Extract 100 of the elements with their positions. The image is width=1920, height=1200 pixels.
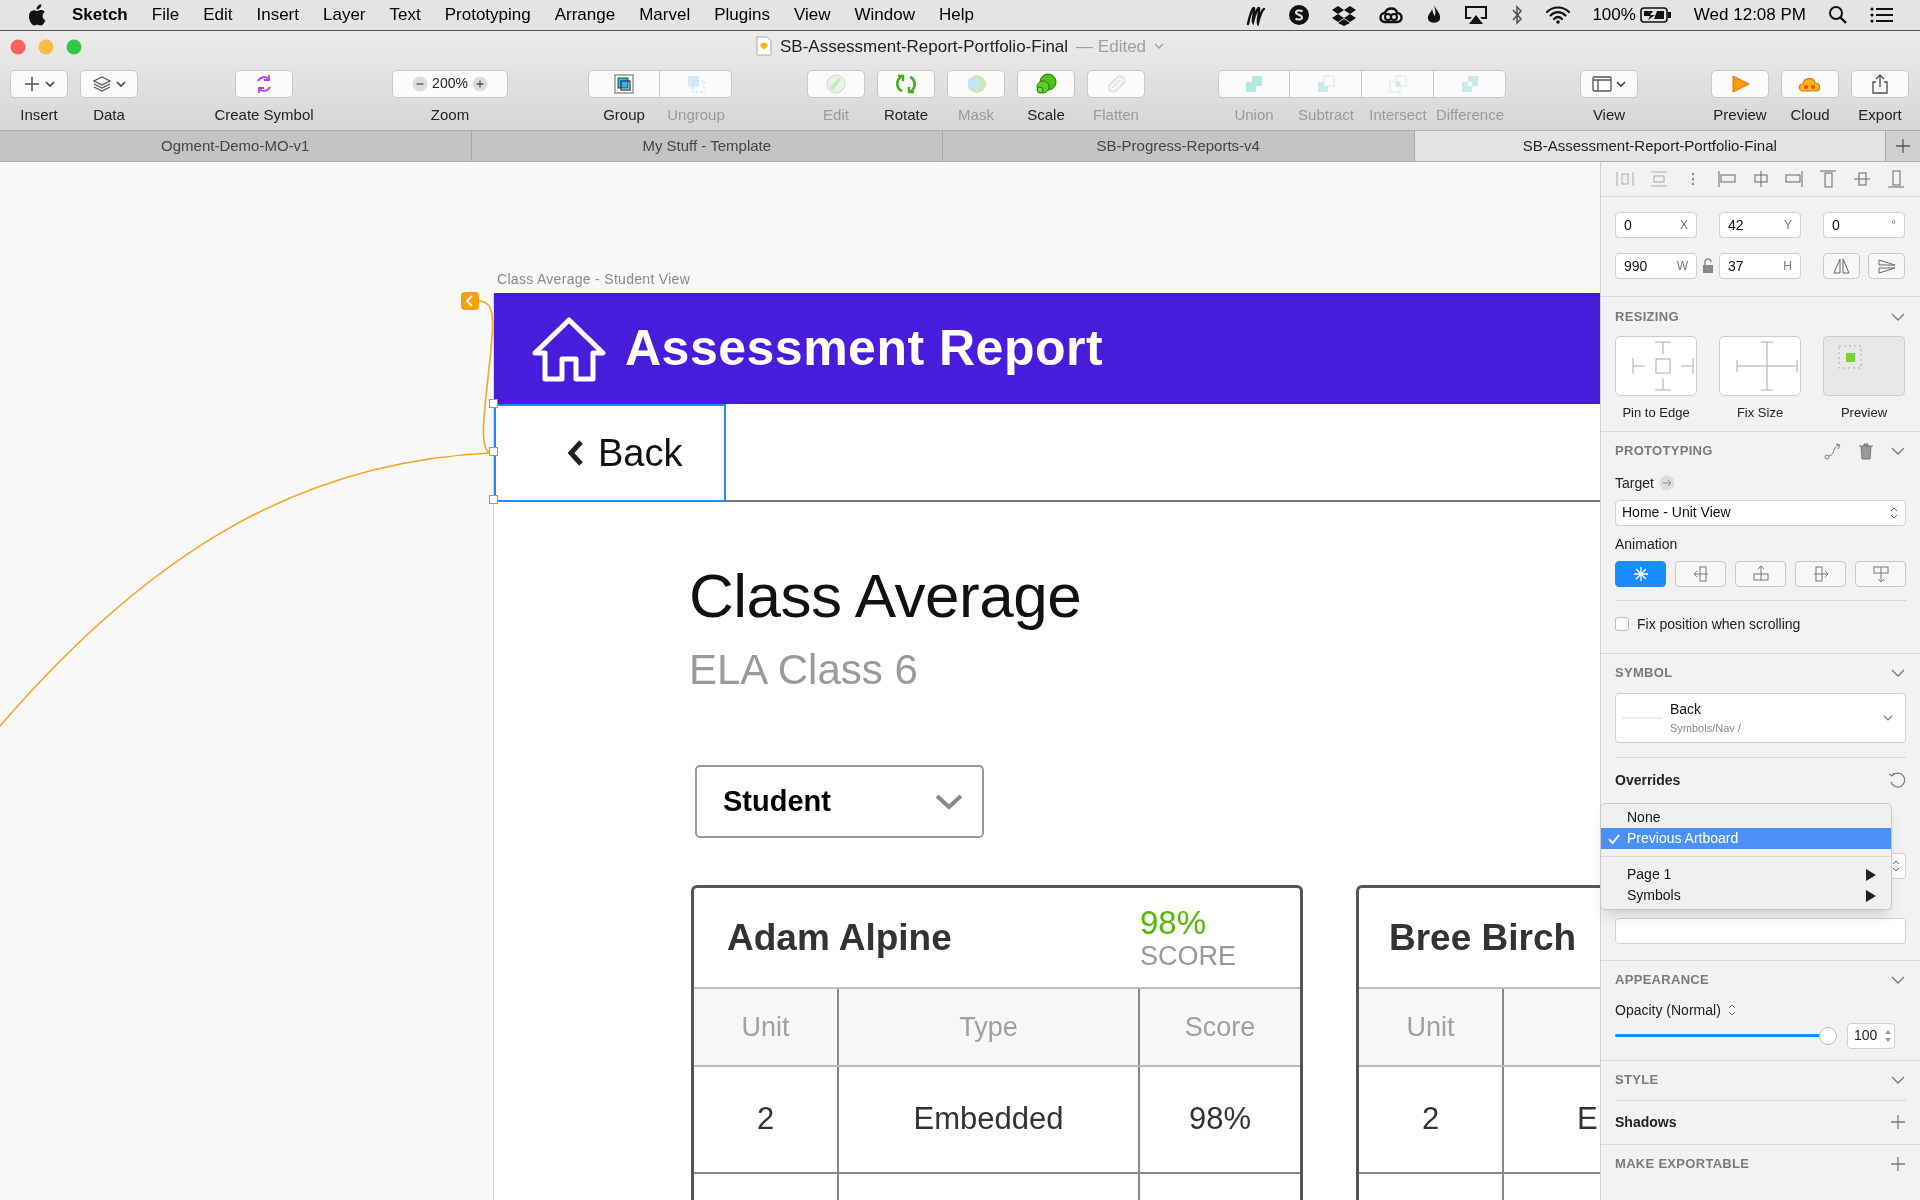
number-field[interactable]: 0 ° <box>1823 212 1905 238</box>
target-select[interactable]: Home - Unit View <box>1615 499 1906 526</box>
align-top-icon[interactable] <box>1818 169 1839 189</box>
updown-chevron-icon[interactable] <box>1726 1002 1737 1018</box>
edit-button[interactable] <box>807 69 865 98</box>
add-icon[interactable] <box>1890 1114 1906 1130</box>
column-header: Type <box>839 989 1140 1065</box>
number-field[interactable]: 37 H <box>1719 253 1801 279</box>
submenu-arrow-icon <box>1865 867 1877 882</box>
toolbar-label: Difference <box>1435 104 1505 125</box>
flatten-button[interactable] <box>1087 69 1145 98</box>
menu-item[interactable]: Help <box>939 2 974 28</box>
search-icon[interactable] <box>1828 5 1848 25</box>
pin-to-edge-icon[interactable] <box>1615 336 1697 396</box>
number-field[interactable]: 42 Y <box>1719 212 1801 238</box>
export-button[interactable] <box>1851 69 1909 98</box>
rotate-button[interactable] <box>877 69 935 98</box>
menu-item[interactable]: File <box>151 2 180 28</box>
menu-item[interactable]: Insert <box>256 2 299 28</box>
s-circle-icon[interactable] <box>1288 4 1311 26</box>
score-value: 98% <box>1139 904 1208 941</box>
menu-item[interactable]: Arrange <box>554 2 616 28</box>
close-window-icon[interactable] <box>10 39 26 55</box>
resize-handle[interactable] <box>489 447 498 456</box>
checkbox-label: Fix position when scrolling <box>1637 614 1801 634</box>
subtract-button[interactable] <box>1290 69 1362 98</box>
menu-clock[interactable]: Wed 12:08 PM <box>1693 2 1806 28</box>
edit-shape-icon <box>825 72 847 95</box>
checkmark-icon <box>1608 832 1620 845</box>
cursive-letter-icon[interactable] <box>1246 4 1267 26</box>
group-squares-icon <box>613 72 635 95</box>
app-menu[interactable]: Sketch <box>72 2 128 28</box>
create-symbol-button[interactable] <box>235 69 293 98</box>
menu-item[interactable]: Prototyping <box>444 2 531 28</box>
menu-item[interactable]: Text <box>389 2 421 28</box>
slide-left-animation-button[interactable] <box>1675 560 1726 587</box>
connection-curve-icon[interactable] <box>1824 442 1842 460</box>
data-button[interactable] <box>80 69 138 98</box>
cloud-rings-icon[interactable] <box>1378 5 1405 25</box>
slide-down-animation-button[interactable] <box>1855 560 1906 587</box>
union-button[interactable] <box>1218 69 1290 98</box>
mask-button[interactable] <box>947 69 1005 98</box>
align-middle-icon[interactable] <box>1852 169 1873 189</box>
menu-item[interactable]: Marvel <box>639 2 691 28</box>
group-button[interactable] <box>588 69 660 98</box>
resize-handle[interactable] <box>489 495 498 504</box>
menu-item[interactable]: Edit <box>203 2 233 28</box>
zoom-window-icon[interactable] <box>66 39 82 55</box>
menu-item[interactable]: None <box>1601 807 1891 828</box>
flame-icon[interactable] <box>1426 4 1443 26</box>
reset-icon[interactable] <box>1888 771 1906 789</box>
align-right-icon[interactable] <box>1784 169 1805 189</box>
add-tab-icon[interactable] <box>1886 131 1920 161</box>
preview-button[interactable] <box>1711 69 1769 98</box>
add-icon[interactable] <box>1890 1156 1906 1172</box>
airplay-icon[interactable] <box>1464 5 1489 25</box>
override-field[interactable] <box>1615 917 1906 944</box>
difference-button[interactable] <box>1434 69 1506 98</box>
align-left-icon[interactable] <box>1716 169 1737 189</box>
cloud-button[interactable] <box>1781 69 1839 98</box>
document-tab[interactable]: SB-Assessment-Report-Portfolio-Final <box>1414 131 1886 161</box>
student-dropdown[interactable]: Student <box>695 765 984 838</box>
menu-item[interactable]: Plugins <box>714 2 770 28</box>
table-cell-text: E <box>1576 1100 1599 1139</box>
menu-item[interactable]: Symbols <box>1601 885 1891 906</box>
scale-button[interactable] <box>1017 69 1075 98</box>
fix-position-checkbox[interactable] <box>1615 617 1629 631</box>
zoom-button[interactable]: 200% <box>392 69 508 98</box>
view-button[interactable] <box>1580 69 1638 98</box>
toolbar-label: Union <box>1234 104 1274 125</box>
insert-button[interactable] <box>10 69 68 98</box>
scale-circles-icon <box>1035 72 1057 95</box>
list-icon[interactable] <box>1870 6 1894 24</box>
battery-charging-icon[interactable] <box>1639 6 1672 24</box>
slide-right-animation-button[interactable] <box>1795 560 1846 587</box>
menu-item[interactable]: Window <box>854 2 915 28</box>
number-field[interactable]: 0 X <box>1615 212 1697 238</box>
box-icon[interactable] <box>1332 4 1357 26</box>
menu-item[interactable]: View <box>793 2 831 28</box>
toolbar-label: Cloud <box>1790 104 1830 125</box>
menu-item[interactable]: Layer <box>323 2 366 28</box>
wifi-icon[interactable] <box>1546 6 1571 24</box>
slide-up-animation-button[interactable] <box>1735 560 1786 587</box>
sparkle-animation-button[interactable] <box>1615 560 1666 587</box>
flip-horizontal-icon[interactable] <box>1823 253 1860 279</box>
opacity-field[interactable]: 100 <box>1847 1022 1895 1049</box>
flip-vertical-icon[interactable] <box>1868 253 1905 279</box>
back-button[interactable]: Back <box>494 404 726 502</box>
link-badge-icon[interactable] <box>460 291 480 311</box>
fix-size-icon[interactable] <box>1719 336 1801 396</box>
trash-icon[interactable] <box>1858 442 1874 460</box>
align-bottom-icon[interactable] <box>1886 169 1906 189</box>
resize-handle[interactable] <box>489 399 498 408</box>
bluetooth-icon[interactable] <box>1510 4 1525 26</box>
battery-percent: 100% <box>1592 4 1636 27</box>
document-icon <box>755 36 772 57</box>
intersect-button[interactable] <box>1362 69 1434 98</box>
symbol-select[interactable]: Back Symbols/Nav / <box>1615 692 1906 743</box>
number-field[interactable]: 990 W <box>1615 253 1697 279</box>
menu-item[interactable]: Page 1 <box>1601 864 1891 885</box>
